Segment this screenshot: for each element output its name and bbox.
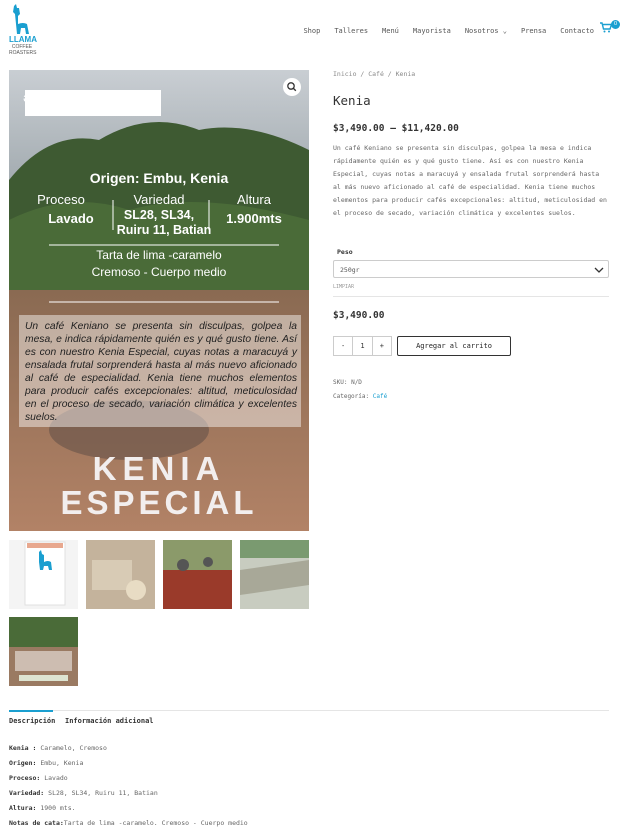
thumbnail-5[interactable] [9,617,78,686]
divider [333,296,609,297]
tabs-divider [9,710,609,711]
site-logo[interactable]: LLAMA COFFEE ROASTERS [9,4,37,60]
variety-value-1: SL28, SL34, [123,208,195,222]
tasting-notes-1: Tarta de lima -caramelo [96,248,222,262]
category-line: Categoría: Café [333,393,387,400]
quantity-stepper: - 1 + [333,336,392,356]
product-main-image[interactable]: Fecha de tueste Origen: Embu, Kenia Proc… [9,70,309,531]
variety-label: Variedad [133,192,185,207]
qty-plus-button[interactable]: + [373,337,391,355]
sku-line: SKU: N/D [333,379,362,386]
clear-selection-link[interactable]: LIMPIAR [333,284,354,290]
weight-label: Peso [337,248,353,256]
category-label: Categoría: [333,393,370,400]
spec-row: Proceso: Lavado [9,774,68,782]
spec-row: Kenia : Caramelo, Cremoso [9,744,107,752]
big-title-especial: ESPECIAL [60,484,258,521]
nav-item-shop[interactable]: Shop [303,27,320,35]
weight-select-value: 250gr [340,266,360,274]
spec-row: Notas de cata:Tarta de lima -caramelo. C… [9,819,248,827]
nav-item-mayorista[interactable]: Mayorista [413,27,451,35]
nav-item-prensa[interactable]: Prensa [521,27,546,35]
variety-value-2: Ruiru 11, Batian [116,223,212,237]
cart-button[interactable]: 0 [600,20,620,36]
spec-row: Variedad: SL28, SL34, Ruiru 11, Batian [9,789,158,797]
weight-select[interactable]: 250gr [333,260,609,278]
tab-description[interactable]: Descripción [9,717,55,725]
spec-row: Origen: Embu, Kenia [9,759,84,767]
thumbnail-3[interactable] [163,540,232,609]
logo-wordmark: LLAMA [9,35,37,44]
thumbnail-2[interactable] [86,540,155,609]
sku-value: N/D [351,379,362,386]
nav-item-talleres[interactable]: Talleres [334,27,368,35]
breadcrumb[interactable]: Inicio / Café / Kenia [333,70,609,78]
process-label: Proceso [37,192,85,207]
product-summary: Inicio / Café / Kenia Kenia $3,490.00 – … [333,70,609,400]
altitude-label: Altura [237,192,271,207]
product-title: Kenia [333,93,371,108]
tasting-notes-2: Cremoso - Cuerpo medio [91,265,227,279]
altitude-value: 1.900mts [226,211,282,226]
farm-image [240,540,309,609]
big-title-kenia: KENIA [92,450,226,487]
tab-additional-info[interactable]: Información adicional [65,717,154,725]
llama-icon [13,4,29,34]
nav-item-contacto[interactable]: Contacto [560,27,594,35]
spec-row: Altura: 1900 mts. [9,804,76,812]
qty-input[interactable]: 1 [353,337,373,355]
add-to-cart-button[interactable]: Agregar al carrito [397,336,511,356]
nav-item-menu[interactable]: Menú [382,27,399,35]
qty-minus-button[interactable]: - [334,337,354,355]
nav-item-nosotros[interactable]: Nosotros ⌄ [465,27,507,35]
poster-thumbnail-image [9,617,78,686]
drying-beds-image [86,540,155,609]
price-range: $3,490.00 – $11,420.00 [333,123,459,134]
origin-line: Origen: Embu, Kenia [89,170,229,186]
category-link[interactable]: Café [373,393,387,400]
chevron-down-icon: ⌄ [502,27,507,35]
cart-count-badge: 0 [611,20,620,29]
coffee-cherries-image [163,540,232,609]
chevron-down-icon [594,267,604,273]
site-header: LLAMA COFFEE ROASTERS Shop Talleres Menú… [0,0,634,64]
coffee-bag-image [24,541,66,606]
variation-price: $3,490.00 [333,310,385,321]
product-short-description: Un café Keniano se presenta sin disculpa… [333,144,607,217]
thumbnail-4[interactable] [240,540,309,609]
logo-tagline: COFFEE ROASTERS [9,44,37,56]
image-blurb: Un café Keniano se presenta sin disculpa… [25,321,297,423]
sku-label: SKU: [333,379,348,386]
roast-date-label: Fecha de tueste [23,92,117,107]
thumbnail-1[interactable] [9,540,78,609]
active-tab-indicator [9,710,53,712]
main-nav: Shop Talleres Menú Mayorista Nosotros ⌄ … [303,27,594,35]
